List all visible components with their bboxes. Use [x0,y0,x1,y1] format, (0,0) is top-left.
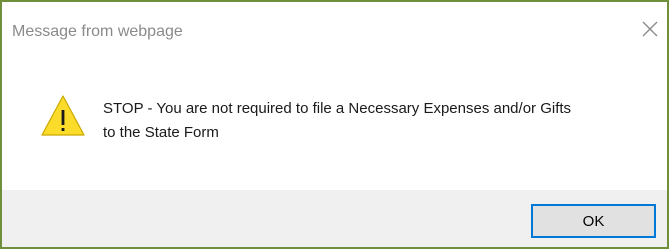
close-button[interactable] [637,16,663,42]
close-icon [642,21,658,37]
dialog-titlebar: Message from webpage [2,2,667,42]
ok-button[interactable]: OK [531,204,656,238]
warning-icon [40,94,86,138]
message-line-2: to the State Form [103,124,219,141]
dialog-footer: OK [2,190,667,247]
message-line-1: STOP - You are not required to file a Ne… [103,100,572,117]
dialog-title: Message from webpage [12,23,183,40]
dialog-content: STOP - You are not required to file a Ne… [2,42,667,190]
message-dialog: Message from webpage STOP - You are not … [0,0,669,249]
dialog-message: STOP - You are not required to file a Ne… [103,97,648,145]
